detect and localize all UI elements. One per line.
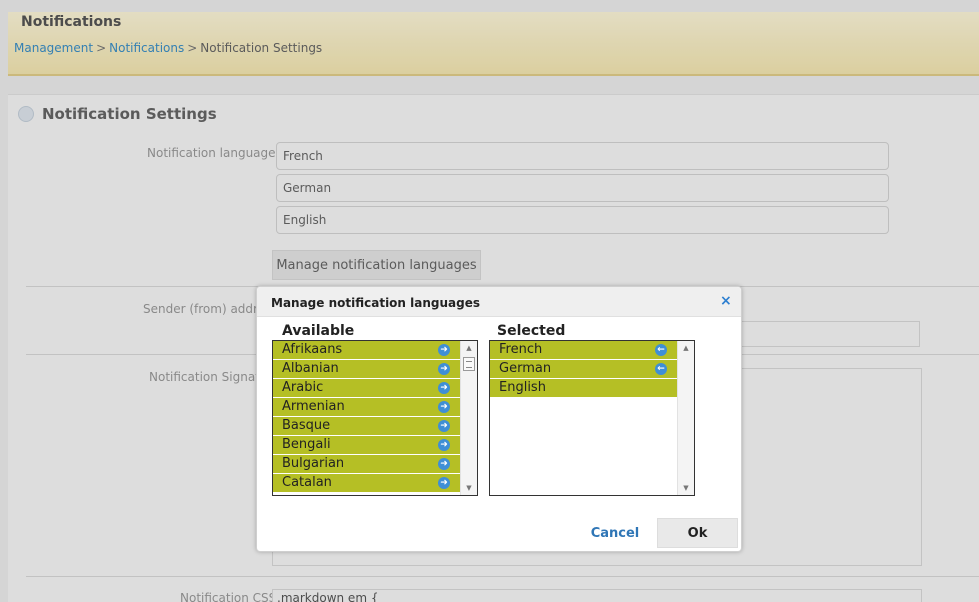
available-list[interactable]: Afrikaans ➜ Albanian ➜ Arabic ➜ Armenian ➜ B… xyxy=(272,340,478,496)
arrow-right-icon[interactable]: ➜ xyxy=(438,363,450,375)
list-item[interactable]: English xyxy=(490,379,677,398)
arrow-right-icon[interactable]: ➜ xyxy=(438,477,450,489)
list-item[interactable]: Armenian ➜ xyxy=(273,398,460,417)
selected-heading: Selected xyxy=(497,323,566,339)
ok-button[interactable]: Ok xyxy=(657,518,738,548)
arrow-left-icon[interactable]: ← xyxy=(655,344,667,356)
scroll-up-icon[interactable]: ▲ xyxy=(461,341,477,355)
list-item[interactable]: Bengali ➜ xyxy=(273,436,460,455)
arrow-right-icon[interactable]: ➜ xyxy=(438,382,450,394)
list-item[interactable]: Basque ➜ xyxy=(273,417,460,436)
scroll-thumb[interactable] xyxy=(463,357,475,371)
scroll-down-icon[interactable]: ▼ xyxy=(678,481,694,495)
available-scrollbar[interactable]: ▲ ▼ xyxy=(460,341,477,495)
manage-languages-dialog: Manage notification languages × Availabl… xyxy=(256,286,742,552)
arrow-right-icon[interactable]: ➜ xyxy=(438,458,450,470)
list-item[interactable]: Catalan ➜ xyxy=(273,474,460,493)
list-item[interactable]: Arabic ➜ xyxy=(273,379,460,398)
arrow-right-icon[interactable]: ➜ xyxy=(438,344,450,356)
close-icon[interactable]: × xyxy=(720,294,732,308)
list-item[interactable]: Afrikaans ➜ xyxy=(273,341,460,360)
scroll-down-icon[interactable]: ▼ xyxy=(461,481,477,495)
selected-scrollbar[interactable]: ▲ ▼ xyxy=(677,341,694,495)
list-item[interactable]: Bulgarian ➜ xyxy=(273,455,460,474)
list-item[interactable]: Albanian ➜ xyxy=(273,360,460,379)
cancel-button[interactable]: Cancel xyxy=(579,519,651,547)
selected-list[interactable]: French ← German ← English ▲ ▼ xyxy=(489,340,695,496)
arrow-right-icon[interactable]: ➜ xyxy=(438,439,450,451)
dialog-header: Manage notification languages × xyxy=(257,287,741,317)
arrow-left-icon[interactable]: ← xyxy=(655,363,667,375)
arrow-right-icon[interactable]: ➜ xyxy=(438,401,450,413)
list-item[interactable]: French ← xyxy=(490,341,677,360)
available-heading: Available xyxy=(282,323,355,339)
scroll-up-icon[interactable]: ▲ xyxy=(678,341,694,355)
list-item[interactable]: German ← xyxy=(490,360,677,379)
dialog-title: Manage notification languages xyxy=(271,296,480,310)
arrow-right-icon[interactable]: ➜ xyxy=(438,420,450,432)
